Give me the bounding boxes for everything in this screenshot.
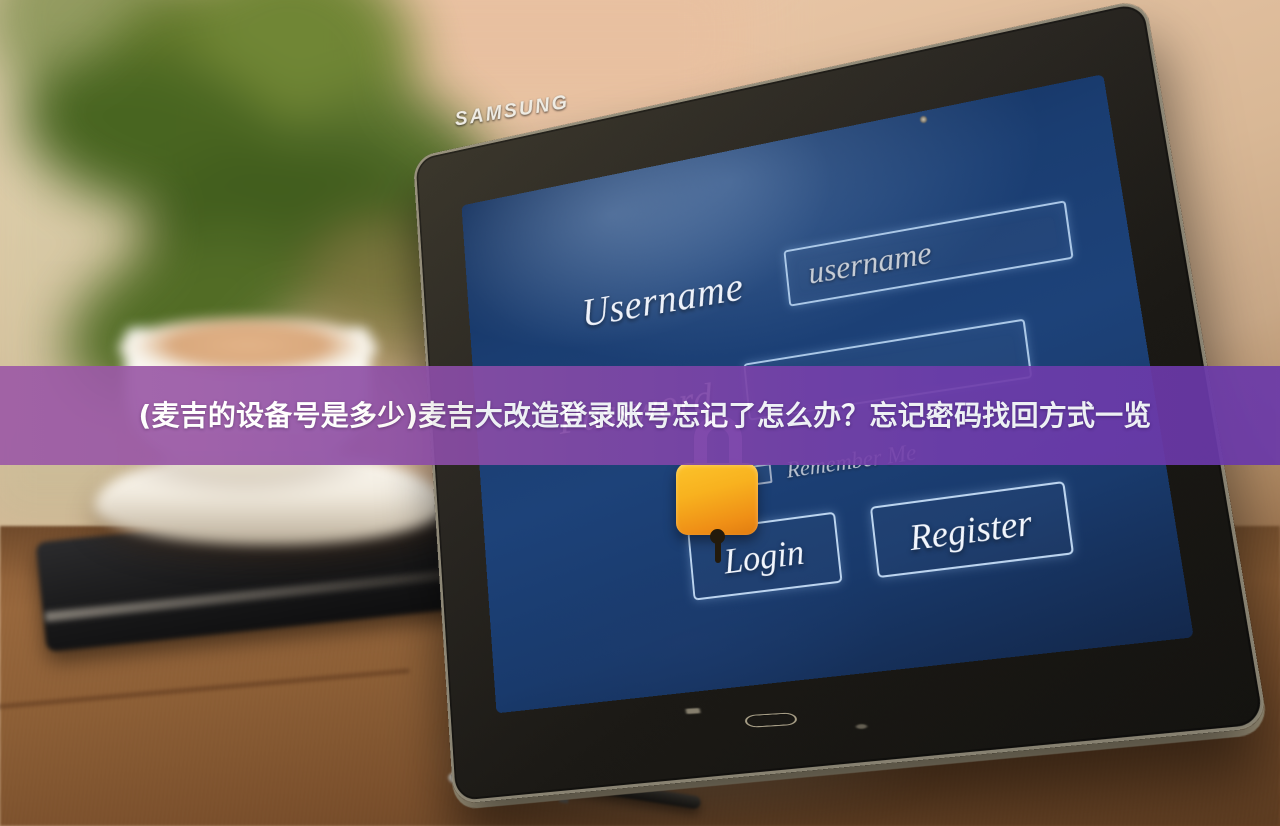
username-input[interactable]: username bbox=[783, 200, 1074, 307]
padlock-keyhole bbox=[710, 529, 725, 563]
username-label: Username bbox=[580, 264, 746, 336]
capacitive-key-left[interactable] bbox=[685, 707, 701, 715]
screenshot-canvas: SAMSUNG Username username Password Remem… bbox=[0, 0, 1280, 826]
padlock-body bbox=[676, 463, 758, 563]
register-button[interactable]: Register bbox=[869, 480, 1075, 579]
caption-banner: (麦吉的设备号是多少)麦吉大改造登录账号忘记了怎么办？忘记密码找回方式一览 bbox=[0, 366, 1280, 465]
username-placeholder: username bbox=[806, 235, 934, 292]
caption-text: (麦吉的设备号是多少)麦吉大改造登录账号忘记了怎么办？忘记密码找回方式一览 bbox=[138, 398, 1152, 432]
username-row: Username username bbox=[580, 200, 1074, 341]
